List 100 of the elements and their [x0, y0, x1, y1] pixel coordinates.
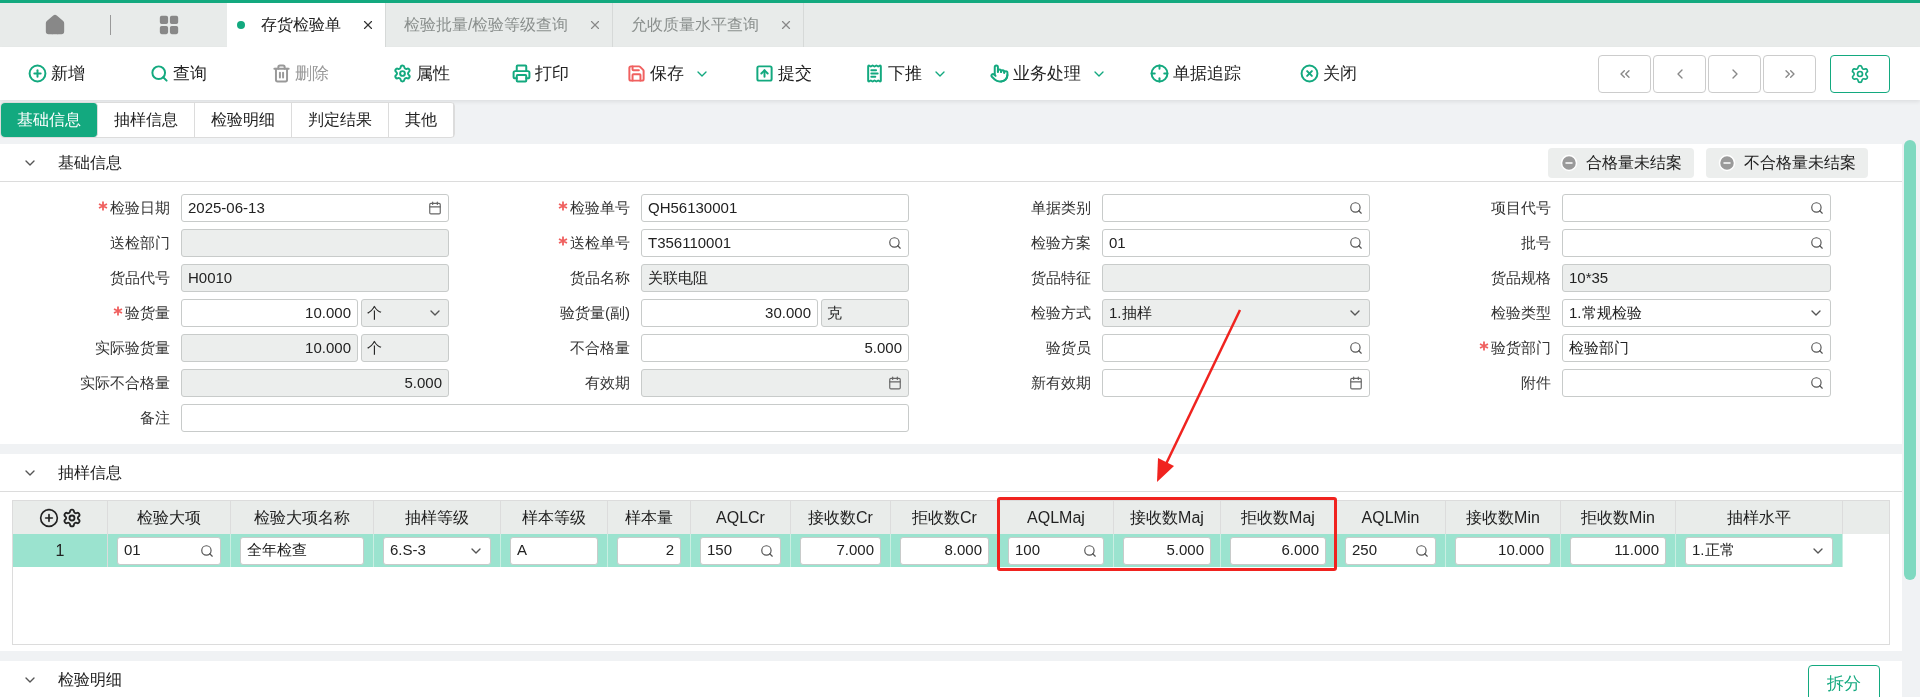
- search-icon[interactable]: [1810, 341, 1824, 355]
- input-field[interactable]: [181, 404, 909, 432]
- toolbar-button[interactable]: 查询: [150, 60, 272, 87]
- field-label: 送检部门: [110, 232, 170, 253]
- settings-button[interactable]: [1830, 54, 1890, 93]
- toolbar-icon: [393, 64, 412, 83]
- field-label: 货品规格: [1491, 267, 1551, 288]
- field-label: 检验日期: [110, 197, 170, 218]
- toolbar-button[interactable]: 保存: [627, 60, 755, 87]
- input-field[interactable]: [1102, 369, 1370, 397]
- search-icon[interactable]: [1083, 543, 1097, 558]
- input-field[interactable]: 30.000: [641, 299, 818, 327]
- search-icon[interactable]: [760, 543, 774, 558]
- settings-icon[interactable]: [61, 507, 82, 528]
- input-field[interactable]: 150: [700, 536, 781, 565]
- field-label: 新有效期: [1031, 372, 1091, 393]
- search-icon[interactable]: [1349, 341, 1363, 355]
- input-field[interactable]: [1562, 369, 1831, 397]
- toolbar-icon: [990, 64, 1009, 83]
- input-field[interactable]: 2025-06-13: [181, 194, 449, 222]
- input-field[interactable]: 10.000: [1455, 536, 1551, 565]
- section-title: 抽样信息: [58, 462, 122, 483]
- toolbar-button[interactable]: 单据追踪: [1150, 60, 1300, 87]
- minus-circle-icon: [1560, 153, 1578, 172]
- status-button[interactable]: 不合格量未结案: [1706, 147, 1868, 178]
- toolbar-icon: [512, 64, 531, 83]
- dropdown-field[interactable]: 1.正常: [1685, 536, 1833, 565]
- section-tab[interactable]: 检验明细: [195, 103, 292, 137]
- input-field[interactable]: [1102, 334, 1370, 362]
- input-field[interactable]: T356110001: [641, 229, 909, 257]
- input-field[interactable]: 全年检查: [240, 536, 364, 565]
- table-row[interactable]: 1 01 全年检查 6.S-3 A 2 150 7.000 8.000 100 5.000 6.000 250 10.000 11.000 1.正常: [13, 534, 1843, 567]
- field-label: 检验类型: [1491, 302, 1551, 323]
- input-field[interactable]: 250: [1345, 536, 1436, 565]
- toolbar-icon: [755, 64, 774, 83]
- field-label: 检验方式: [1031, 302, 1091, 323]
- input-field[interactable]: QH56130001: [641, 194, 909, 222]
- toolbar-button[interactable]: 关闭: [1300, 60, 1410, 87]
- toolbar-button[interactable]: 新增: [28, 60, 150, 87]
- dropdown-field[interactable]: 1.常规检验: [1562, 299, 1831, 327]
- field-label: 货品代号: [110, 267, 170, 288]
- field-label: 批号: [1521, 232, 1551, 253]
- toolbar-button[interactable]: 提交: [755, 60, 865, 87]
- home-icon[interactable]: [44, 14, 66, 36]
- field-label: 不合格量: [570, 337, 630, 358]
- input-field[interactable]: 01: [117, 536, 221, 565]
- search-icon[interactable]: [1415, 543, 1429, 558]
- section-tab[interactable]: 抽样信息: [98, 103, 195, 137]
- toolbar-icon: [1150, 64, 1169, 83]
- input-field[interactable]: [1562, 194, 1831, 222]
- field-label: 项目代号: [1491, 197, 1551, 218]
- input-field[interactable]: 100: [1008, 536, 1104, 565]
- input-field[interactable]: 01: [1102, 229, 1370, 257]
- field-label: 验货员: [1046, 337, 1091, 358]
- grid-icon[interactable]: [158, 14, 180, 36]
- input-field[interactable]: 2: [617, 536, 681, 565]
- search-icon[interactable]: [1349, 236, 1363, 250]
- toolbar-button[interactable]: 属性: [393, 60, 512, 87]
- toolbar-icon: [865, 64, 884, 83]
- input-field[interactable]: [1562, 229, 1831, 257]
- toolbar-button[interactable]: 打印: [512, 60, 627, 87]
- input-field[interactable]: 11.000: [1570, 536, 1666, 565]
- calendar-icon[interactable]: [428, 201, 442, 215]
- section-title: 基础信息: [58, 152, 122, 173]
- input-field[interactable]: 6.000: [1230, 536, 1326, 565]
- field-label: 货品名称: [570, 267, 630, 288]
- field-label: 检验单号: [570, 197, 630, 218]
- input-field[interactable]: A: [510, 536, 598, 565]
- search-icon[interactable]: [200, 543, 214, 558]
- field-label: 附件: [1521, 372, 1551, 393]
- scrollbar-thumb[interactable]: [1904, 140, 1916, 580]
- toolbar-icon: [28, 64, 47, 83]
- row-number: 1: [13, 534, 108, 567]
- toolbar-button[interactable]: 下推: [865, 60, 990, 87]
- input-field[interactable]: 7.000: [800, 536, 881, 565]
- input-field[interactable]: 10.000: [181, 299, 358, 327]
- search-icon[interactable]: [1810, 236, 1824, 250]
- input-field[interactable]: 8.000: [900, 536, 989, 565]
- section-tab[interactable]: 其他: [389, 103, 454, 137]
- field-label: 有效期: [585, 372, 630, 393]
- search-icon[interactable]: [1810, 376, 1824, 390]
- calendar-icon[interactable]: [1349, 376, 1363, 390]
- dropdown-field[interactable]: 6.S-3: [383, 536, 491, 565]
- toolbar-icon: [1300, 64, 1319, 83]
- input-field[interactable]: [1102, 194, 1370, 222]
- search-icon[interactable]: [1810, 201, 1824, 215]
- section-tab[interactable]: 判定结果: [292, 103, 389, 137]
- add-row-icon[interactable]: [38, 507, 59, 528]
- field-label: 实际验货量: [95, 337, 170, 358]
- input-field[interactable]: 5.000: [1123, 536, 1211, 565]
- input-field[interactable]: 5.000: [641, 334, 909, 362]
- document-tab[interactable]: 存货检验单: [227, 3, 386, 47]
- search-icon[interactable]: [888, 236, 902, 250]
- toolbar-button[interactable]: 业务处理: [990, 60, 1150, 87]
- input-field[interactable]: 检验部门: [1562, 334, 1831, 362]
- search-icon[interactable]: [1349, 201, 1363, 215]
- status-button[interactable]: 合格量未结案: [1548, 147, 1694, 178]
- field-label: 单据类别: [1031, 197, 1091, 218]
- field-label: 验货量: [125, 302, 170, 323]
- close-icon[interactable]: [361, 18, 375, 32]
